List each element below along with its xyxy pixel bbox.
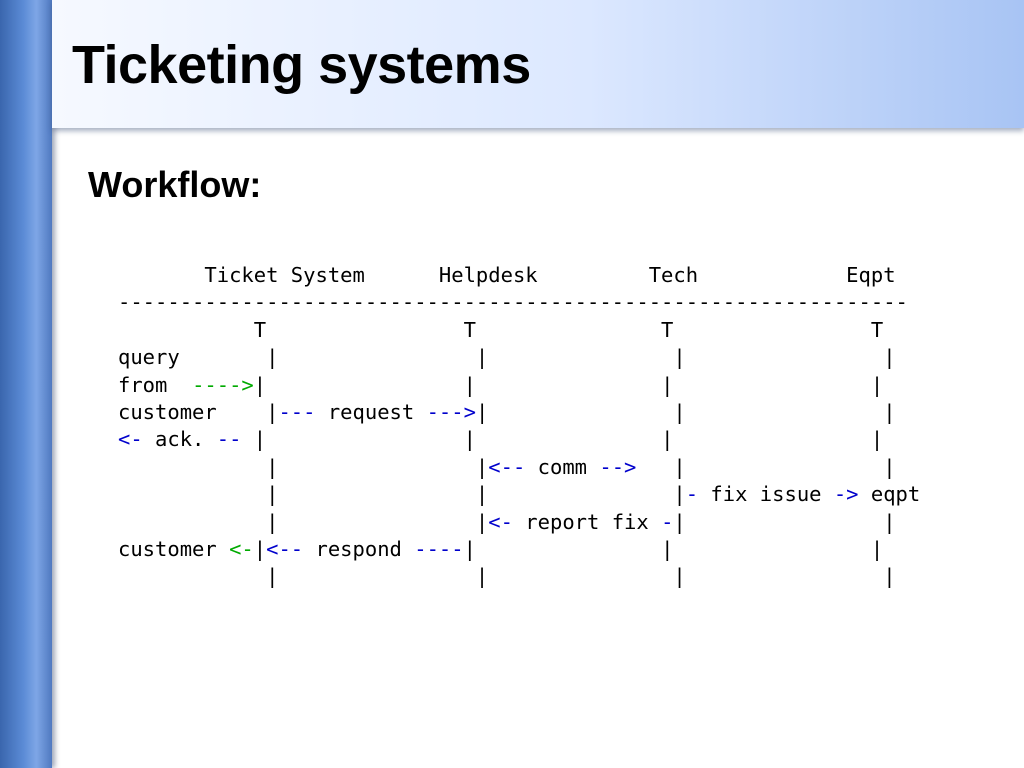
diagram-line: customer |--- request --->| | |	[118, 399, 920, 426]
diagram-text: | |	[636, 454, 896, 479]
diagram-arrow: ->	[833, 482, 859, 507]
diagram-arrow: <-	[488, 509, 513, 534]
diagram-text: request	[315, 399, 427, 424]
diagram-text: | |	[118, 509, 489, 534]
diagram-text: customer |	[118, 399, 279, 424]
diagram-text: Ticket System Helpdesk Tech Eqpt	[118, 263, 896, 287]
diagram-text: customer	[118, 536, 230, 561]
diagram-text: ----------------------------------------…	[118, 290, 908, 315]
diagram-arrow: ---	[278, 399, 316, 424]
diagram-arrow: <-	[118, 427, 143, 452]
diagram-line: | |<- report fix -| |	[118, 509, 920, 536]
diagram-text: | | |	[463, 536, 884, 561]
diagram-arrow: -	[661, 509, 674, 534]
diagram-line: from ---->| | | |	[118, 372, 920, 399]
diagram-text: | | | |	[253, 372, 884, 397]
diagram-text: report fix	[512, 509, 662, 534]
diagram-text: eqpt	[858, 482, 921, 507]
diagram-line: | | |- fix issue -> eqpt	[118, 481, 920, 508]
diagram-line: | |<-- comm --> | |	[118, 454, 920, 481]
diagram-line: | | | |	[118, 563, 920, 590]
diagram-arrow: <-	[229, 536, 254, 561]
diagram-line: ----------------------------------------…	[118, 289, 920, 316]
diagram-line: Ticket System Helpdesk Tech Eqpt	[118, 262, 920, 289]
slide-title: Ticketing systems	[72, 35, 531, 95]
workflow-diagram: Ticket System Helpdesk Tech Eqpt --------…	[118, 262, 920, 591]
diagram-text: respond	[303, 536, 415, 561]
left-accent-bar	[0, 0, 52, 768]
diagram-text: | | | |	[118, 564, 896, 589]
diagram-text: |	[253, 536, 267, 561]
slide-subtitle: Workflow:	[88, 164, 262, 205]
diagram-text: fix issue	[698, 482, 834, 507]
diagram-text: from	[118, 372, 193, 397]
diagram-line: query | | | |	[118, 344, 920, 371]
diagram-arrow: <--	[488, 454, 526, 479]
diagram-arrow: <--	[266, 536, 304, 561]
diagram-text: comm	[525, 454, 600, 479]
diagram-arrow: --->	[426, 399, 476, 424]
diagram-text: | | |	[118, 482, 686, 507]
diagram-text: | |	[118, 454, 489, 479]
diagram-text: | | |	[475, 399, 896, 424]
diagram-arrow: -->	[599, 454, 637, 479]
diagram-arrow: ----	[414, 536, 464, 561]
diagram-line: customer <-|<-- respond ----| | |	[118, 536, 920, 563]
diagram-arrow: -	[685, 482, 699, 507]
title-banner: Ticketing systems	[52, 0, 1024, 128]
diagram-text: T T T T	[118, 317, 884, 342]
diagram-text: ack.	[142, 427, 217, 452]
diagram-line: T T T T	[118, 317, 920, 344]
diagram-line: <- ack. -- | | | |	[118, 426, 920, 453]
diagram-text: | | | |	[241, 427, 884, 452]
diagram-arrow: --	[216, 427, 242, 452]
diagram-text: query | | | |	[118, 345, 896, 370]
diagram-text: | |	[673, 509, 896, 534]
diagram-arrow: ---->	[192, 372, 254, 397]
